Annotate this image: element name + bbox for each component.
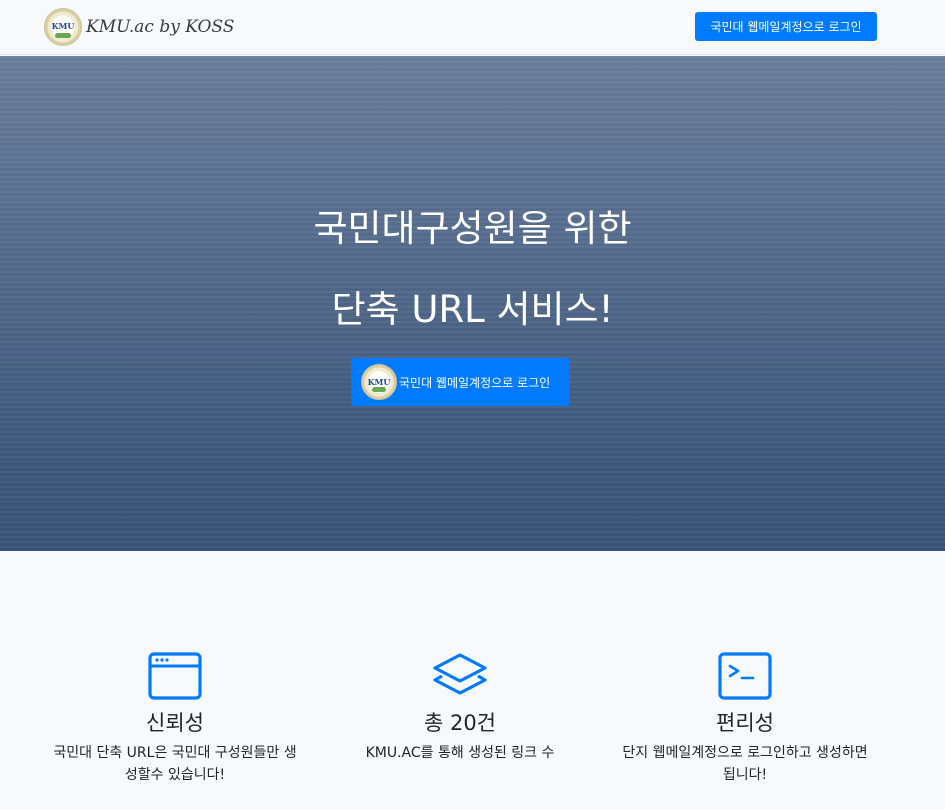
- brand-name: KMU.ac by KOSS: [86, 17, 235, 37]
- terminal-icon: [718, 652, 772, 700]
- hero-section: 국민대구성원을 위한 단축 URL 서비스! KMU 국민대 웹메일계정으로 로…: [0, 56, 945, 551]
- layers-icon: [433, 653, 487, 695]
- feature-reliability: 신뢰성 국민대 단축 URL은 국민대 구성원들만 생성할수 있습니다!: [50, 651, 300, 786]
- feature-total-links: 총 20건 KMU.AC를 통해 생성된 링크 수: [335, 651, 585, 764]
- hero-title-line1: 국민대구성원을 위한: [313, 207, 632, 250]
- feature-convenience: 편리성 단지 웹메일계정으로 로그인하고 생성하면 됩니다!: [620, 651, 870, 786]
- navbar: KMU KMU.ac by KOSS 국민대 웹메일계정으로 로그인: [0, 0, 945, 55]
- feature-text: 단지 웹메일계정으로 로그인하고 생성하면 됩니다!: [622, 745, 868, 784]
- features-section: 신뢰성 국민대 단축 URL은 국민대 구성원들만 생성할수 있습니다! 총 2…: [0, 551, 945, 810]
- feature-title: 신뢰성: [146, 711, 204, 735]
- browser-window-icon: [148, 652, 202, 700]
- feature-title: 편리성: [716, 711, 774, 735]
- brand-link[interactable]: KMU KMU.ac by KOSS: [44, 8, 234, 46]
- hero-login-label: 국민대 웹메일계정으로 로그인: [399, 375, 551, 390]
- hero-title-line2: 단축 URL 서비스!: [331, 288, 614, 331]
- hero-login-button[interactable]: KMU 국민대 웹메일계정으로 로그인: [351, 358, 570, 406]
- nav-login-button[interactable]: 국민대 웹메일계정으로 로그인: [695, 12, 877, 41]
- feature-title: 총 20건: [423, 711, 497, 735]
- kmu-logo: KMU: [361, 364, 397, 400]
- kmu-logo: KMU: [44, 8, 82, 46]
- feature-text: 국민대 단축 URL은 국민대 구성원들만 생성할수 있습니다!: [53, 745, 297, 784]
- feature-text: KMU.AC를 통해 생성된 링크 수: [365, 745, 555, 762]
